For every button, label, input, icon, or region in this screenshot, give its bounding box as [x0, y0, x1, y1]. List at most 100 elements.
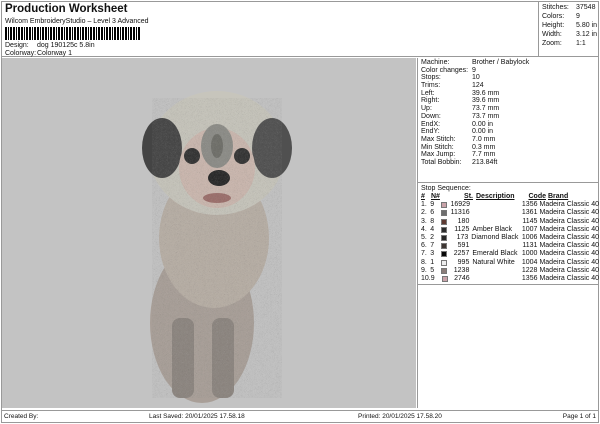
row-code: 1007: [521, 225, 538, 233]
dog-embroidery-image: [142, 91, 292, 403]
colorway-label: Colorway:: [5, 50, 37, 57]
stat-label: Zoom:: [542, 40, 562, 47]
design-label: Design:: [5, 42, 29, 49]
row-stitches: 173: [456, 233, 469, 241]
col-number: N#: [431, 193, 440, 200]
info-label: Total Bobbin:: [421, 158, 462, 166]
row-description: [469, 218, 518, 226]
info-label: Up:: [421, 105, 432, 113]
row-index: 3.: [421, 217, 427, 225]
row-stitches: 1238: [453, 266, 470, 274]
stop-sequence: Stop Sequence: # N# St. Description Code…: [418, 183, 599, 285]
info-row: Color changes: 9: [421, 67, 599, 75]
info-value: 213.84ft: [472, 158, 498, 166]
info-label: Max Stitch:: [421, 135, 456, 143]
row-stitches: 591: [457, 242, 470, 250]
info-value: 39.6 mm: [472, 89, 500, 97]
row-stitches: 2257: [453, 250, 470, 258]
row-brand: Madeira Classic 40: [539, 225, 599, 233]
stat-label: Height:: [542, 22, 565, 29]
row-code: 1000: [521, 250, 538, 258]
info-label: Left:: [421, 89, 435, 97]
row-code: 1356: [521, 201, 538, 209]
created-by: Created By:: [4, 413, 39, 420]
info-label: Min Stitch:: [421, 143, 454, 151]
row-code: 1228: [521, 266, 538, 274]
info-row: EndX: 0.00 in: [421, 121, 599, 129]
col-brand: Brand: [548, 193, 569, 200]
software-name: Wilcom EmbroideryStudio – Level 3 Advanc…: [5, 18, 149, 25]
stat-label: Width:: [542, 31, 562, 38]
col-code: Code: [528, 193, 547, 200]
info-label: Down:: [421, 112, 441, 120]
row-brand: Madeira Classic 40: [539, 250, 599, 258]
row-brand: Madeira Classic 40: [539, 242, 599, 250]
row-description: Amber Black: [472, 225, 513, 233]
row-needle: 6: [430, 209, 435, 217]
printed-date: Printed: 20/01/2025 17.58.20: [358, 413, 442, 420]
info-row: Up: 73.7 mm: [421, 105, 599, 113]
row-brand: Madeira Classic 40: [539, 258, 599, 266]
row-needle: 4: [430, 225, 435, 233]
stat-row: Zoom: 1:1: [542, 39, 599, 48]
row-brand: Madeira Classic 40: [539, 217, 599, 225]
table-row: 6. 7 591 1131 Madeira Classic 40: [421, 242, 599, 250]
table-row: 2. 6 11316 1361 Madeira Classic 40: [421, 209, 599, 217]
stat-value: 37548: [576, 4, 596, 11]
colorway-row: Colorway:Colorway 1: [5, 50, 72, 57]
page-number: Page 1 of 1: [562, 413, 596, 420]
color-swatch: [441, 243, 448, 250]
row-index: 6.: [421, 242, 427, 250]
table-row: 1. 9 16929 1356 Madeira Classic 40: [421, 201, 599, 209]
row-code: 1356: [521, 274, 538, 282]
info-value: 0.3 mm: [472, 143, 496, 151]
info-label: EndY:: [421, 128, 440, 136]
stat-row: Width: 3.12 in: [542, 30, 599, 39]
table-row: 9. 5 1238 1228 Madeira Classic 40: [421, 267, 599, 275]
row-index: 4.: [421, 225, 427, 233]
stat-label: Colors:: [542, 13, 565, 20]
info-row: Stops: 10: [421, 74, 599, 82]
row-needle: 9: [430, 274, 435, 282]
color-swatch: [441, 210, 448, 217]
color-swatch: [441, 235, 447, 242]
info-label: Max Jump:: [421, 151, 456, 159]
info-value: Brother / Babylock: [472, 59, 530, 66]
stat-row: Height: 5.80 in: [542, 21, 599, 30]
row-index: 5.: [421, 233, 427, 241]
info-row: Right: 39.6 mm: [421, 97, 599, 105]
barcode: [5, 27, 140, 40]
stat-value: 9: [576, 13, 580, 20]
footer: Created By: Last Saved: 20/01/2025 17.58…: [1, 410, 599, 422]
row-needle: 1: [430, 258, 435, 266]
row-description: Natural White: [472, 258, 515, 266]
color-swatch: [441, 259, 448, 266]
table-row: 10. 9 2746 1356 Madeira Classic 40: [421, 275, 599, 283]
info-row: EndY: 0.00 in: [421, 128, 599, 136]
table-row: 4. 4 1125 Amber Black 1007 Madeira Classic 40: [421, 226, 599, 234]
stat-row: Colors: 9: [542, 12, 599, 21]
row-brand: Madeira Classic 40: [539, 274, 600, 282]
stop-sequence-header: # N# St. Description Code Brand: [421, 193, 599, 201]
row-index: 7.: [421, 250, 427, 258]
row-code: 1004: [521, 258, 538, 266]
row-description: Diamond Black: [471, 233, 519, 241]
table-row: 8. 1 995 Natural White 1004 Madeira Classic 4…: [421, 259, 599, 267]
row-needle: 5: [430, 266, 435, 274]
info-label: Color changes:: [421, 66, 469, 74]
info-panel: Machine: Brother / Babylock Color changes:…: [417, 58, 599, 408]
row-needle: 9: [430, 201, 435, 209]
design-value: dog 190125c 5.8in: [37, 42, 95, 49]
row-stitches: 11316: [450, 209, 470, 217]
info-row: Trims: 124: [421, 82, 599, 90]
info-value: 124: [472, 82, 484, 90]
stats-box: Stitches: 37548 Colors: 9 Height: 5.80 in Widt…: [538, 1, 599, 57]
row-description: Emerald Black: [472, 250, 518, 258]
info-row: Max Stitch: 7.0 mm: [421, 136, 599, 144]
row-description: [469, 267, 518, 275]
row-needle: 7: [430, 242, 435, 250]
info-value: 39.6 mm: [472, 97, 500, 105]
row-stitches: 995: [457, 258, 470, 266]
info-label: Right:: [421, 97, 440, 105]
info-row: Down: 73.7 mm: [421, 113, 599, 121]
